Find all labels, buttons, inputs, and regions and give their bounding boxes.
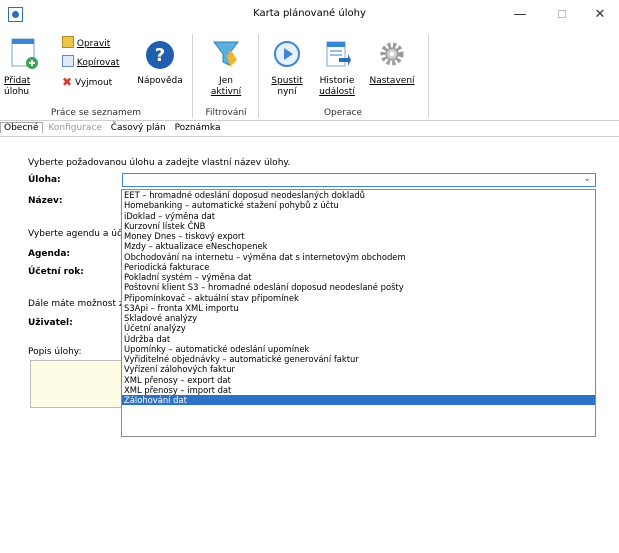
user-label: Uživatel: [28, 318, 73, 328]
copy-button[interactable]: Kopírovat [62, 54, 119, 73]
help-label: Nápověda [137, 76, 183, 86]
dropdown-item[interactable]: Homebanking – automatické stažení pohybů… [122, 200, 595, 210]
dropdown-item[interactable]: EET – hromadné odeslání doposud neodesla… [122, 190, 595, 200]
dropdown-item[interactable]: Pokladní systém – výměna dat [122, 272, 595, 282]
intro-text: Vyberte požadovanou úlohu a zadejte vlas… [28, 158, 291, 168]
edit-label: Opravit [76, 39, 111, 49]
dropdown-item[interactable]: S3Api – fronta XML importu [122, 303, 595, 313]
task-select[interactable]: ⌄ [122, 173, 596, 187]
fiscal-year-label: Účetní rok: [28, 267, 84, 277]
tab-schedule[interactable]: Časový plán [108, 123, 169, 133]
user-intro-text: Dále máte možnost zv [28, 299, 129, 309]
dropdown-item[interactable]: XML přenosy – export dat [122, 375, 595, 385]
dropdown-item[interactable]: Skladové analýzy [122, 313, 595, 323]
add-task-label-2: úlohu [4, 87, 30, 97]
history-label-2: událostí [319, 87, 355, 97]
history-label-1: Historie [319, 76, 355, 86]
dropdown-item[interactable]: XML přenosy – import dat [122, 385, 595, 395]
ribbon: Přidat úlohu Opravit Kopírovat ✖ Vyjmout… [0, 30, 619, 121]
task-dropdown-list: EET – hromadné odeslání doposud neodesla… [121, 189, 596, 437]
group-label-list: Práce se seznamem [50, 108, 142, 118]
maximize-button[interactable]: ☐ [542, 0, 582, 30]
description-label: Popis úlohy: [28, 347, 82, 357]
name-label: Název: [28, 196, 63, 206]
help-icon: ? [146, 41, 174, 69]
tab-divider [0, 136, 619, 137]
delete-icon: ✖ [62, 75, 73, 89]
filter-icon [213, 41, 239, 67]
delete-button[interactable]: ✖ Vyjmout [62, 73, 119, 93]
dropdown-item[interactable]: Účetní analýzy [122, 323, 595, 333]
dropdown-item[interactable]: Kurzovní lístek ČNB [122, 221, 595, 231]
agenda-label: Agenda: [28, 249, 71, 259]
only-active-label-2: aktivní [210, 87, 242, 97]
dropdown-item[interactable]: Vyřízení zálohových faktur [122, 364, 595, 374]
dropdown-item[interactable]: Money Dnes – tiskový export [122, 231, 595, 241]
tab-configuration[interactable]: Konfigurace [45, 123, 104, 133]
ribbon-separator [192, 34, 193, 118]
only-active-label-1: Jen [219, 76, 233, 86]
add-task-label-1: Přidat [4, 76, 31, 86]
only-active-button[interactable]: Jen aktivní [200, 38, 252, 98]
copy-icon [62, 55, 74, 67]
copy-label: Kopírovat [76, 58, 120, 68]
ribbon-separator [428, 34, 429, 118]
group-label-filter: Filtrování [205, 108, 247, 118]
dropdown-item[interactable]: Mzdy – aktualizace eNeschopenek [122, 241, 595, 251]
dropdown-item[interactable]: Upomínky – automatické odeslání upomínek [122, 344, 595, 354]
run-now-button[interactable]: Spustit nyní [264, 40, 310, 98]
dropdown-item[interactable]: Připomínkovač – aktuální stav připomínek [122, 293, 595, 303]
dropdown-item[interactable]: Obchodování na internetu – výměna dat s … [122, 252, 595, 262]
ribbon-separator [258, 34, 259, 118]
event-history-button[interactable]: Historie událostí [314, 40, 360, 98]
title-bar: Karta plánované úlohy — ☐ ✕ [0, 0, 619, 31]
settings-button[interactable]: Nastavení [366, 40, 418, 87]
tab-note[interactable]: Poznámka [172, 123, 224, 133]
history-icon [326, 41, 351, 67]
svg-text:?: ? [155, 45, 165, 66]
group-label-ops: Operace [323, 108, 363, 118]
edit-button[interactable]: Opravit [62, 35, 119, 54]
minimize-button[interactable]: — [500, 0, 540, 30]
dropdown-item[interactable]: Periodická fakturace [122, 262, 595, 272]
delete-label: Vyjmout [74, 78, 113, 88]
agenda-intro-text: Vyberte agendu a úče [28, 229, 128, 239]
add-task-button[interactable]: Přidat úlohu [4, 36, 46, 98]
tab-strip: Obecné Konfigurace Časový plán Poznámka [0, 122, 223, 136]
play-icon [274, 41, 300, 67]
gear-icon [380, 42, 404, 66]
dropdown-item-selected[interactable]: Zálohování dat [122, 395, 595, 406]
add-document-icon [11, 38, 38, 69]
run-now-label-2: nyní [277, 87, 297, 97]
close-button[interactable]: ✕ [580, 0, 619, 30]
edit-icon [62, 36, 74, 48]
run-now-label-1: Spustit [271, 76, 303, 86]
dropdown-item[interactable]: Poštovní klient S3 – hromadné odeslání d… [122, 282, 595, 292]
settings-label: Nastavení [369, 76, 415, 86]
dropdown-item[interactable]: iDoklad – výměna dat [122, 211, 595, 221]
dropdown-item[interactable]: Údržba dat [122, 334, 595, 344]
tab-general[interactable]: Obecné [0, 122, 43, 133]
chevron-down-icon[interactable]: ⌄ [583, 174, 591, 184]
help-button[interactable]: ? Nápověda [132, 40, 188, 87]
description-textarea[interactable] [30, 360, 122, 408]
dropdown-item[interactable]: Vyřiditelné objednávky – automatické gen… [122, 354, 595, 364]
task-label: Úloha: [28, 175, 61, 185]
